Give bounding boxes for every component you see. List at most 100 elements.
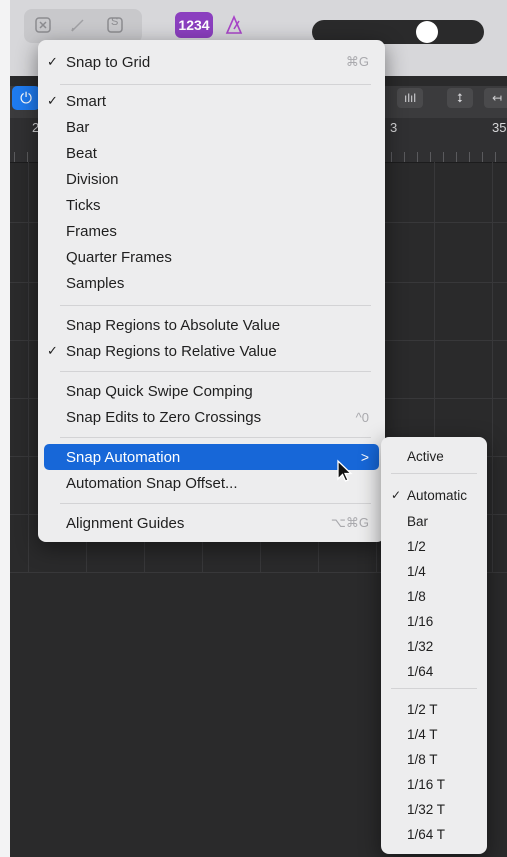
- submenu-item-label: 1/8 T: [407, 751, 438, 767]
- ruler-tick: [430, 152, 431, 162]
- ruler-tick: [482, 152, 483, 162]
- menu-separator: [60, 503, 371, 504]
- menu-item-label: Snap Regions to Relative Value: [66, 342, 277, 360]
- menu-item-label: Snap Edits to Zero Crossings: [66, 408, 262, 426]
- ruler-tick: [456, 152, 457, 162]
- submenu-item-label: 1/16 T: [407, 776, 446, 792]
- checkmark-icon: ✓: [47, 93, 58, 108]
- menu-item-label: Alignment Guides: [66, 514, 185, 532]
- submenu-item-1-2[interactable]: 1/2: [385, 534, 483, 558]
- ruler-tick: [27, 152, 28, 162]
- ruler-bar-35: 35: [492, 120, 507, 135]
- menu-item-label: Quarter Frames: [66, 248, 172, 266]
- snap-menu: ✓ Snap to Grid ⌘G ✓ Smart Bar Beat Division Tick…: [38, 40, 385, 542]
- menu-item-label: Division: [66, 170, 119, 188]
- menu-item-automation-snap-offset[interactable]: Automation Snap Offset...: [44, 470, 379, 496]
- menu-item-snap-automation[interactable]: Snap Automation >: [44, 444, 379, 470]
- ruler-tick: [469, 152, 470, 162]
- metronome-icon[interactable]: [220, 13, 248, 37]
- menu-item-ticks[interactable]: Ticks: [44, 192, 379, 218]
- menu-item-snap-regions-to-relative-value[interactable]: ✓ Snap Regions to Relative Value: [44, 338, 379, 364]
- ruler-tick: [14, 152, 15, 162]
- submenu-item-1-64-t[interactable]: 1/64 T: [385, 822, 483, 846]
- keyboard-shortcut: ⌘G: [345, 54, 369, 69]
- submenu-item-label: 1/16: [407, 613, 434, 629]
- submenu-item-label: Automatic: [407, 487, 468, 503]
- keyboard-shortcut: ⌥⌘G: [330, 515, 369, 530]
- ruler-bar-3: 3: [390, 120, 398, 135]
- menu-separator: [60, 84, 371, 85]
- keyboard-shortcut: ^0: [355, 409, 369, 425]
- submenu-item-label: 1/2: [407, 538, 426, 554]
- close-box-icon[interactable]: [32, 14, 54, 36]
- submenu-item-1-8-t[interactable]: 1/8 T: [385, 747, 483, 771]
- submenu-item-bar[interactable]: Bar: [385, 509, 483, 533]
- menu-item-label: Frames: [66, 222, 117, 240]
- power-icon[interactable]: ⏻: [12, 86, 40, 110]
- submenu-item-1-4[interactable]: 1/4: [385, 559, 483, 583]
- menu-item-snap-regions-to-absolute-value[interactable]: Snap Regions to Absolute Value: [44, 312, 379, 338]
- submenu-item-label: 1/32 T: [407, 801, 446, 817]
- menu-item-alignment-guides[interactable]: Alignment Guides ⌥⌘G: [44, 510, 379, 536]
- menu-item-bar[interactable]: Bar: [44, 114, 379, 140]
- menu-item-quarter-frames[interactable]: Quarter Frames: [44, 244, 379, 270]
- menu-item-division[interactable]: Division: [44, 166, 379, 192]
- submenu-separator: [391, 688, 477, 689]
- submenu-item-automatic[interactable]: ✓ Automatic: [385, 483, 483, 507]
- menu-item-label: Bar: [66, 118, 90, 136]
- submenu-item-1-2-t[interactable]: 1/2 T: [385, 697, 483, 721]
- submenu-item-label: 1/8: [407, 588, 426, 604]
- menu-separator: [60, 371, 371, 372]
- volume-knob[interactable]: [416, 21, 438, 43]
- menu-item-label: Snap to Grid: [66, 53, 151, 71]
- submenu-separator: [391, 473, 477, 474]
- submenu-header-label: Active: [407, 448, 444, 464]
- submenu-item-label: Bar: [407, 513, 429, 529]
- ruler-tick: [404, 152, 405, 162]
- submenu-item-label: 1/64: [407, 663, 434, 679]
- ruler-tick: [391, 152, 392, 162]
- ruler-tick: [443, 152, 444, 162]
- checkmark-icon: ✓: [47, 54, 58, 69]
- submenu-item-label: 1/4 T: [407, 726, 438, 742]
- submenu-item-label: 1/32: [407, 638, 434, 654]
- mouse-pointer-icon: [337, 459, 353, 482]
- menu-item-label: Smart: [66, 92, 107, 110]
- submenu-item-label: 1/2 T: [407, 701, 438, 717]
- submenu-item-1-32-t[interactable]: 1/32 T: [385, 797, 483, 821]
- menu-item-snap-edits-to-zero-crossings[interactable]: Snap Edits to Zero Crossings ^0: [44, 404, 379, 430]
- checkmark-icon: ✓: [47, 343, 58, 358]
- menu-item-beat[interactable]: Beat: [44, 140, 379, 166]
- pencil-icon[interactable]: [67, 14, 89, 36]
- menu-item-samples[interactable]: Samples: [44, 270, 379, 296]
- menu-item-frames[interactable]: Frames: [44, 218, 379, 244]
- submenu-item-label: 1/64 T: [407, 826, 446, 842]
- horizontal-zoom-icon[interactable]: ↤: [484, 88, 507, 108]
- menu-item-label: Beat: [66, 144, 97, 162]
- submenu-item-1-16-t[interactable]: 1/16 T: [385, 772, 483, 796]
- ruler-tick: [495, 152, 496, 162]
- menu-item-smart[interactable]: ✓ Smart: [44, 88, 379, 114]
- vertical-zoom-icon[interactable]: ⭥: [447, 88, 473, 108]
- grid-line: [28, 162, 29, 572]
- submenu-item-1-4-t[interactable]: 1/4 T: [385, 722, 483, 746]
- chevron-right-icon: >: [360, 449, 369, 465]
- submenu-item-1-8[interactable]: 1/8: [385, 584, 483, 608]
- menu-item-snap-to-grid[interactable]: ✓ Snap to Grid ⌘G: [44, 49, 379, 75]
- submenu-item-1-16[interactable]: 1/16: [385, 609, 483, 633]
- menu-separator: [60, 437, 371, 438]
- snap-automation-submenu: Active ✓ Automatic Bar 1/2 1/4 1/8 1/16 1/32 1/64…: [381, 437, 487, 854]
- submenu-item-1-32[interactable]: 1/32: [385, 634, 483, 658]
- menu-item-label: Snap Automation: [66, 448, 181, 466]
- grid-line: [492, 162, 493, 572]
- submenu-item-1-64[interactable]: 1/64: [385, 659, 483, 683]
- lcd-counter-button[interactable]: 1234: [175, 12, 213, 38]
- ruler-tick: [417, 152, 418, 162]
- menu-item-label: Ticks: [66, 196, 101, 214]
- menu-separator: [60, 305, 371, 306]
- menu-item-label: Samples: [66, 274, 125, 292]
- menu-item-label: Snap Regions to Absolute Value: [66, 316, 281, 334]
- menu-item-snap-quick-swipe-comping[interactable]: Snap Quick Swipe Comping: [44, 378, 379, 404]
- submenu-header-active: Active: [385, 444, 483, 468]
- waveform-icon[interactable]: ılıl: [397, 88, 423, 108]
